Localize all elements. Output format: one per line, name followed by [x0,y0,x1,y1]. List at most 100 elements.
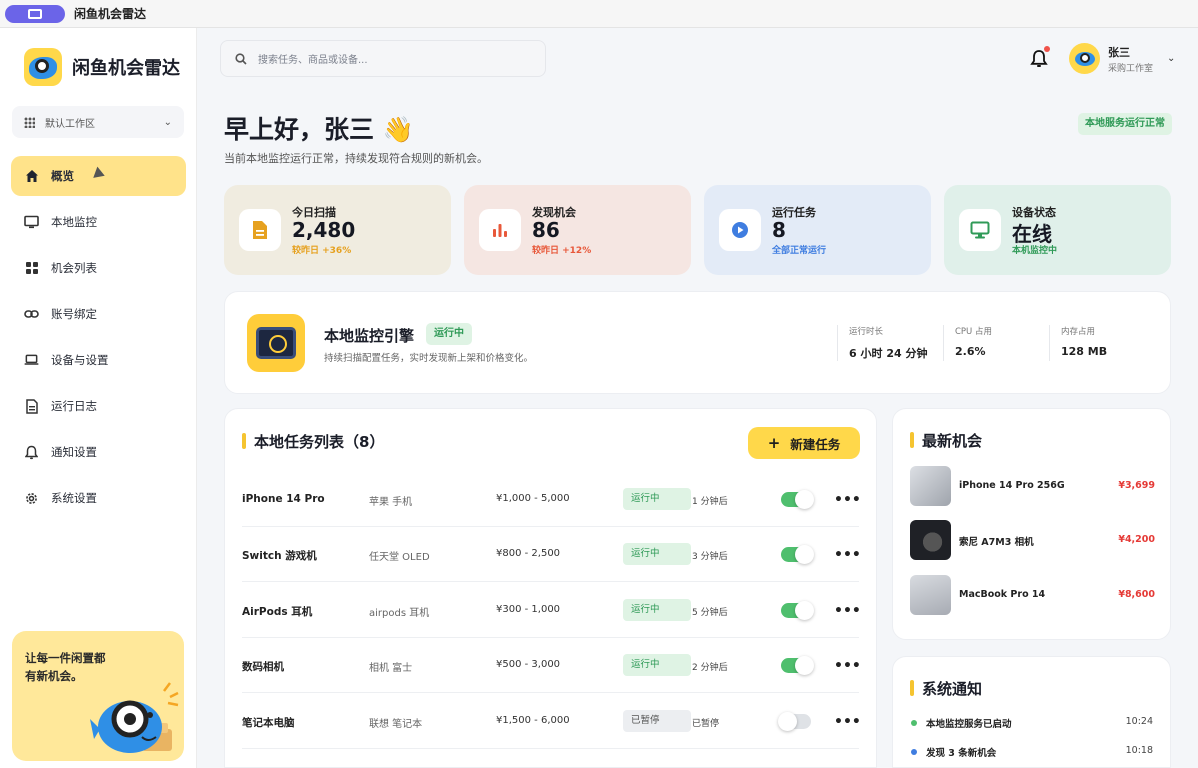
monitor-engine-card: 本地监控引擎 运行中 持续扫描配置任务，实时发现新上架和价格变化。 运行时长 6… [224,291,1171,394]
workspace-selector[interactable]: 默认工作区 ⌄ [12,106,184,138]
stat-card-tasks[interactable]: 运行任务 8 全部正常运行 [704,185,931,275]
more-icon[interactable]: ••• [834,603,861,619]
sidebar-item-logs[interactable]: 运行日志 [11,386,186,426]
product-thumbnail [910,575,951,615]
stat-card-scans[interactable]: 今日扫描 2,480 较昨日 +36% [224,185,451,275]
gear-icon [24,491,39,506]
list-item[interactable]: 本地监控服务已启动 10:24 [911,716,1153,730]
notification-button[interactable] [1030,46,1050,69]
table-row[interactable]: 笔记本电脑 联想 笔记本 ¥1,500 - 6,000 已暂停 已暂停 ••• [242,694,861,749]
bell-icon [24,445,39,460]
sidebar-item-label: 本地监控 [51,215,97,229]
new-task-label: 新建任务 [790,436,841,452]
notifications-title: 系统通知 [910,678,982,699]
sidebar-item-label: 通知设置 [51,445,97,459]
task-keywords: airpods 耳机 [369,608,430,619]
window-icon [28,8,42,19]
sidebar-item-system-settings[interactable]: 系统设置 [11,478,186,518]
task-next-run: 5 分钟后 [692,608,728,618]
window-titlebar: 闲鱼机会雷达 [0,0,1198,28]
promo-card: 让每一件闲置都有新机会。 [12,631,184,761]
notification-time: 10:24 [1125,716,1153,727]
stat-value: 86 [532,218,560,242]
metric-label: 运行时长 [849,327,884,337]
notification-dot [911,749,917,755]
status-badge: 运行中 [623,543,691,565]
avatar [1069,43,1100,74]
more-icon[interactable]: ••• [834,547,861,563]
document-icon [239,209,281,251]
sidebar-item-label: 设备与设置 [51,353,109,367]
task-name: iPhone 14 Pro [242,493,325,505]
more-icon[interactable]: ••• [834,492,861,508]
status-badge: 运行中 [623,599,691,621]
stat-value: 2,480 [292,218,356,242]
list-item[interactable]: iPhone 14 Pro 256G ¥3,699 [910,466,1155,506]
list-item[interactable]: 索尼 A7M3 相机 ¥4,200 [910,520,1155,560]
metric-memory: 内存占用 128 MB [1049,325,1107,361]
status-badge: 运行中 [426,323,472,345]
grid-icon [24,261,39,276]
user-menu[interactable]: 张三 采购工作室 ⌄ [1069,43,1175,74]
window-switch-button[interactable] [5,4,65,23]
task-list-title: 本地任务列表（8） [242,431,384,452]
product-name: 索尼 A7M3 相机 [959,537,1034,548]
more-icon[interactable]: ••• [834,714,861,730]
table-row[interactable]: 数码相机 相机 富士 ¥500 - 3,000 运行中 2 分钟后 ••• [242,638,861,693]
notification-time: 10:18 [1125,745,1153,756]
new-task-button[interactable]: + 新建任务 [748,427,860,459]
sidebar-item-local-monitor[interactable]: 本地监控 [11,202,186,242]
task-toggle[interactable] [781,656,814,675]
table-row[interactable]: Switch 游戏机 任天堂 OLED ¥800 - 2,500 运行中 3 分钟后 ••… [242,527,861,582]
task-keywords: 相机 富士 [369,663,413,674]
sidebar-item-overview[interactable]: 概览 [11,156,186,196]
chevron-down-icon: ⌄ [163,116,172,128]
stat-sub: 较昨日 +12% [532,246,592,256]
document-icon [24,398,39,414]
brand-logo-icon [24,48,62,86]
sidebar-item-devices[interactable]: 设备与设置 [11,340,186,380]
sidebar-item-notification-settings[interactable]: 通知设置 [11,432,186,472]
product-thumbnail [910,520,951,560]
table-row[interactable]: AirPods 耳机 airpods 耳机 ¥300 - 1,000 运行中 5 分钟后… [242,583,861,638]
list-item[interactable]: MacBook Pro 14 ¥8,600 [910,575,1155,615]
task-toggle[interactable] [781,490,814,509]
more-icon[interactable]: ••• [834,658,861,674]
task-toggle[interactable] [778,712,811,731]
metric-value: 6 小时 24 分钟 [849,347,928,360]
sidebar-item-label: 概览 [51,169,74,183]
stat-card-opportunities[interactable]: 发现机会 86 较昨日 +12% [464,185,691,275]
task-keywords: 联想 笔记本 [369,719,423,730]
sidebar-item-label: 运行日志 [51,399,97,413]
task-price-range: ¥1,500 - 6,000 [496,715,570,726]
task-name: 笔记本电脑 [242,717,295,729]
sidebar-nav: 概览 本地监控 机会列表 账号绑定 设备与设置 运行日志 通知设置 系统设置 [11,156,186,524]
mouse-cursor-icon [93,166,107,182]
mascot-illustration [90,682,179,753]
task-next-run: 2 分钟后 [692,663,728,673]
table-row[interactable]: iPhone 14 Pro 苹果 手机 ¥1,000 - 5,000 运行中 1 分钟后… [242,472,861,527]
task-keywords: 任天堂 OLED [369,552,430,563]
sidebar: 闲鱼机会雷达 默认工作区 ⌄ 概览 本地监控 机会列表 账号绑定 设备与设置 运… [0,28,197,768]
stat-card-device[interactable]: 设备状态 在线 本机监控中 [944,185,1171,275]
task-next-run: 已暂停 [692,719,720,729]
sidebar-item-label: 系统设置 [51,491,97,505]
brand[interactable]: 闲鱼机会雷达 [24,48,180,86]
page-title: 早上好，张三 👋 [224,115,414,144]
latest-opportunities-card: 最新机会 iPhone 14 Pro 256G ¥3,699 索尼 A7M3 相… [892,408,1171,640]
laptop-icon [24,353,39,368]
metric-value: 128 MB [1061,345,1108,358]
task-toggle[interactable] [781,545,814,564]
task-toggle[interactable] [781,601,814,620]
metric-value: 2.6% [955,345,986,358]
search-input[interactable]: 搜索任务、商品或设备... [220,40,546,77]
sidebar-item-account-binding[interactable]: 账号绑定 [11,294,186,334]
metric-uptime: 运行时长 6 小时 24 分钟 [837,325,927,361]
list-item[interactable]: 发现 3 条新机会 10:18 [911,745,1153,759]
task-next-run: 1 分钟后 [692,497,728,507]
system-notifications-card: 系统通知 本地监控服务已启动 10:24 发现 3 条新机会 10:18 [892,656,1171,768]
window-title: 闲鱼机会雷达 [74,7,147,21]
link-icon [24,307,39,322]
task-price-range: ¥300 - 1,000 [496,604,561,615]
sidebar-item-opportunities[interactable]: 机会列表 [11,248,186,288]
